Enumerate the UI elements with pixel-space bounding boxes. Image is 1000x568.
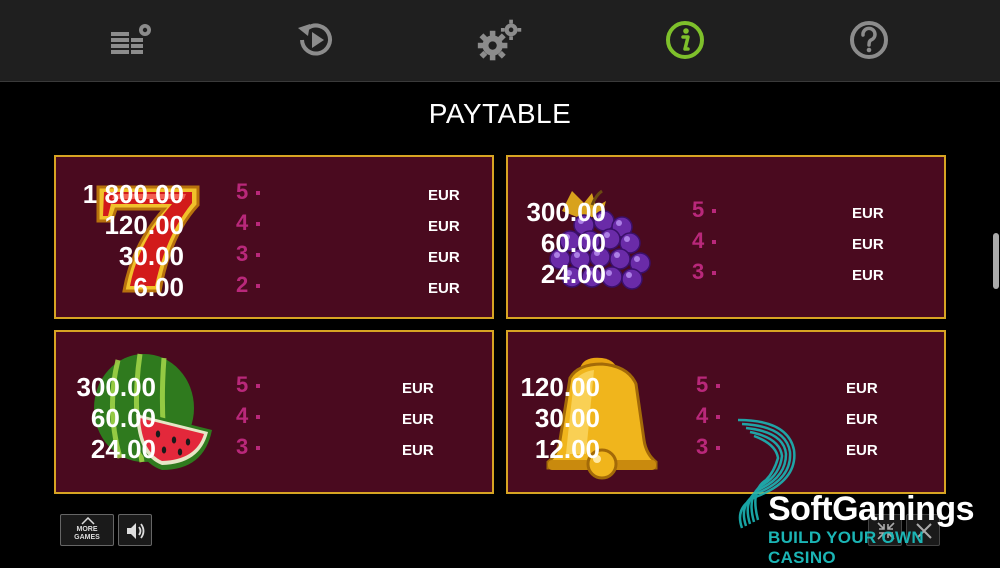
- currency-label: EUR: [428, 187, 460, 204]
- currency-label: EUR: [428, 280, 460, 297]
- symbol-count: 4: [696, 403, 709, 428]
- symbol-count: 3: [696, 434, 709, 459]
- payout-amount: 6.00: [133, 272, 184, 302]
- currency-label: EUR: [852, 236, 884, 253]
- info-icon: [666, 21, 704, 59]
- symbol-count: 3: [236, 241, 249, 266]
- separator-dot: [256, 446, 260, 450]
- sound-button[interactable]: [118, 514, 152, 546]
- symbol-count: 4: [692, 228, 705, 253]
- bet-settings-icon: [111, 24, 151, 54]
- paytable-title: PAYTABLE: [428, 98, 572, 129]
- payout-amount: 60.00: [90, 403, 156, 433]
- payout-amount: 12.00: [534, 434, 600, 464]
- symbol-count: 5: [236, 179, 249, 204]
- history-button[interactable]: [292, 16, 340, 64]
- currency-label: EUR: [402, 411, 434, 428]
- separator-dot: [256, 222, 260, 226]
- top-toolbar: [0, 0, 1000, 82]
- currency-label: EUR: [852, 205, 884, 222]
- history-replay-icon: [298, 23, 332, 56]
- softgamings-name: SoftGamings: [768, 490, 975, 528]
- symbol-count: 5: [692, 197, 705, 222]
- separator-dot: [716, 415, 720, 419]
- payout-amount: 120.00: [104, 210, 184, 240]
- payout-amount: 120.00: [520, 372, 600, 402]
- payout-amount: 24.00: [540, 259, 606, 289]
- more-games-label-line2: GAMES: [74, 534, 100, 541]
- separator-dot: [716, 384, 720, 388]
- home-icon: [81, 517, 95, 525]
- separator-dot: [256, 284, 260, 288]
- help-button[interactable]: [845, 16, 893, 64]
- payout-amount: 300.00: [76, 372, 156, 402]
- separator-dot: [256, 415, 260, 419]
- paytable-panel-seven: 5 1 800.00 EUR 4 120.00 EUR 3 30.00 EUR …: [54, 155, 494, 319]
- payout-amount: 60.00: [540, 228, 606, 258]
- info-button[interactable]: [661, 16, 709, 64]
- payout-amount: 30.00: [534, 403, 600, 433]
- symbol-count: 3: [236, 434, 249, 459]
- symbol-count: 5: [236, 372, 249, 397]
- more-games-label-line1: MORE: [76, 526, 98, 533]
- currency-label: EUR: [402, 380, 434, 397]
- payout-amount: 24.00: [90, 434, 156, 464]
- payout-amount: 300.00: [526, 197, 606, 227]
- settings-gears-icon: [477, 19, 522, 61]
- settings-button[interactable]: [476, 16, 524, 64]
- separator-dot: [712, 271, 716, 275]
- more-games-button[interactable]: MORE GAMES: [60, 514, 114, 546]
- separator-dot: [712, 240, 716, 244]
- symbol-count: 5: [696, 372, 709, 397]
- currency-label: EUR: [428, 218, 460, 235]
- symbol-count: 3: [692, 259, 705, 284]
- currency-label: EUR: [402, 442, 434, 459]
- softgamings-tagline: BUILD YOUR OWN CASINO: [768, 528, 924, 567]
- scrollbar-thumb[interactable]: [993, 233, 999, 289]
- currency-label: EUR: [428, 249, 460, 266]
- separator-dot: [256, 253, 260, 257]
- payout-amount: 30.00: [118, 241, 184, 271]
- symbol-count: 2: [236, 272, 249, 297]
- bet-settings-button[interactable]: [107, 16, 155, 64]
- softgamings-watermark: SoftGamings BUILD YOUR OWN CASINO: [728, 410, 988, 567]
- currency-label: EUR: [846, 380, 878, 397]
- separator-dot: [716, 446, 720, 450]
- payout-amount: 1 800.00: [82, 179, 184, 209]
- separator-dot: [256, 384, 260, 388]
- speaker-icon: [127, 523, 145, 539]
- separator-dot: [256, 191, 260, 195]
- paytable-panel-watermelon: 5 300.00 EUR 4 60.00 EUR 3 24.00 EUR: [54, 330, 494, 494]
- paytable-panel-grapes: 5 300.00 EUR 4 60.00 EUR 3 24.00 EUR: [506, 155, 946, 319]
- symbol-count: 4: [236, 403, 249, 428]
- currency-label: EUR: [852, 267, 884, 284]
- symbol-count: 4: [236, 210, 249, 235]
- help-icon: [850, 21, 888, 59]
- separator-dot: [712, 209, 716, 213]
